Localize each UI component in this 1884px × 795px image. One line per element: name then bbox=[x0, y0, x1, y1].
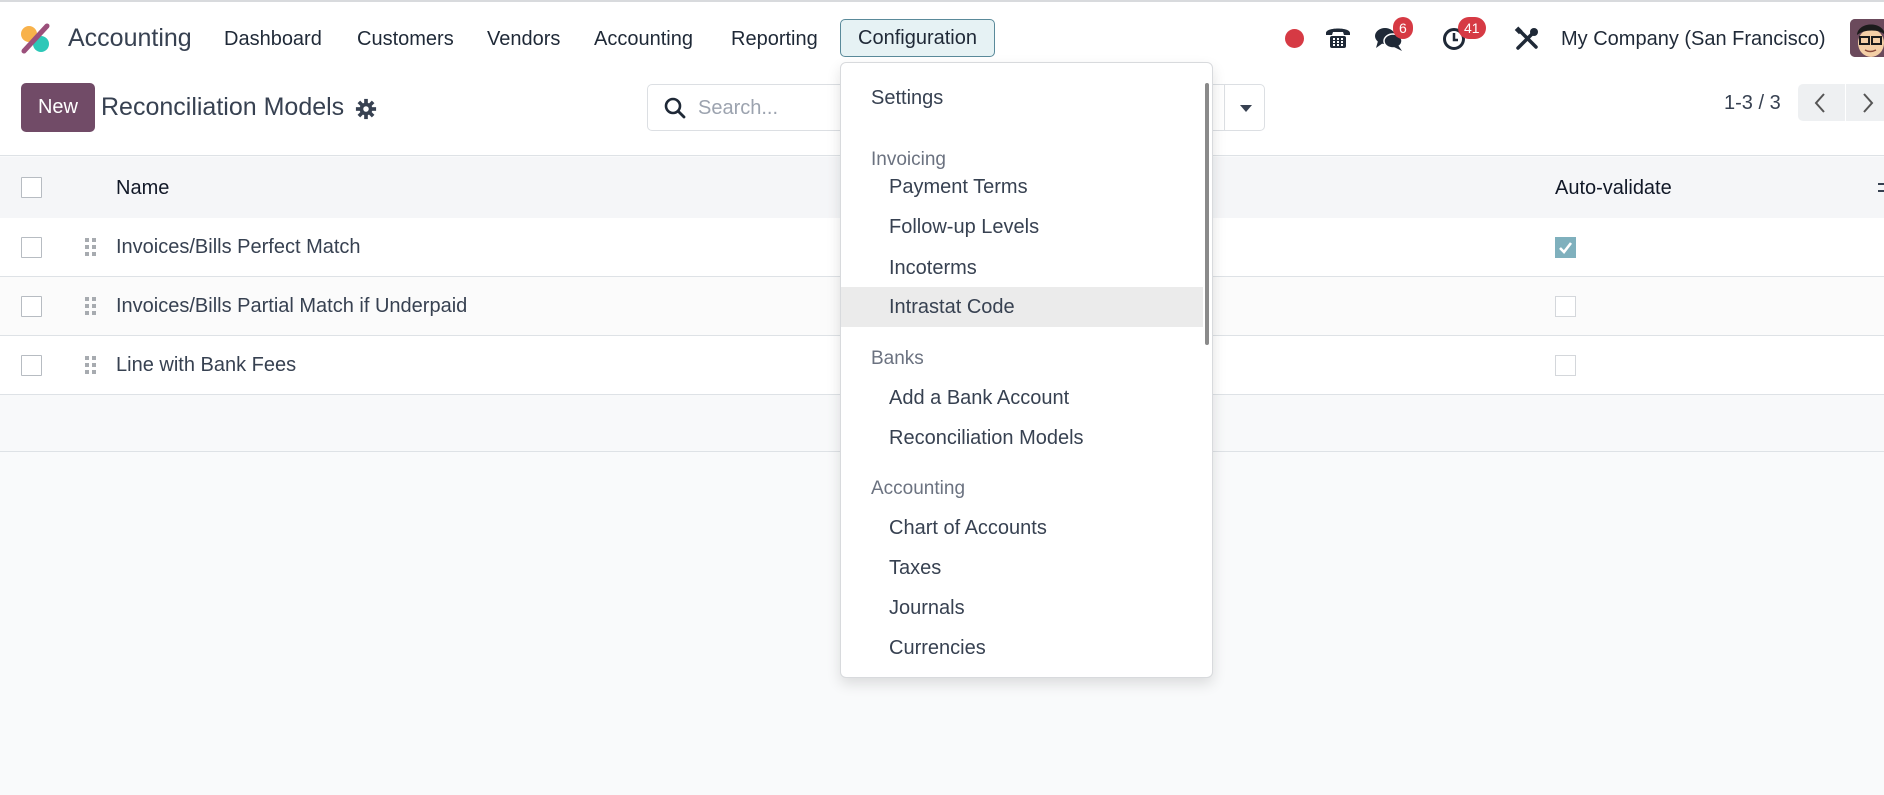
auto-validate-checkbox[interactable] bbox=[1555, 237, 1576, 258]
column-header-auto-validate[interactable]: Auto-validate bbox=[1555, 177, 1672, 200]
menu-item-add-bank-account[interactable]: Add a Bank Account bbox=[841, 378, 1203, 418]
app-brand[interactable]: Accounting bbox=[68, 24, 192, 53]
chevron-right-icon bbox=[1863, 93, 1874, 113]
menu-vendors[interactable]: Vendors bbox=[487, 28, 560, 51]
search-icon bbox=[664, 97, 686, 119]
menu-accounting[interactable]: Accounting bbox=[594, 28, 693, 51]
chevron-left-icon bbox=[1814, 93, 1825, 113]
tools-icon[interactable] bbox=[1514, 26, 1540, 52]
red-dot-icon[interactable] bbox=[1285, 29, 1304, 48]
pager-previous-button[interactable] bbox=[1798, 84, 1845, 121]
phone-icon[interactable] bbox=[1324, 24, 1352, 50]
row-name[interactable]: Invoices/Bills Partial Match if Underpai… bbox=[116, 295, 467, 318]
menu-item-currencies[interactable]: Currencies bbox=[841, 628, 1203, 668]
menu-item-intrastat-code[interactable]: Intrastat Code bbox=[841, 287, 1203, 327]
drag-handle-icon[interactable] bbox=[84, 355, 98, 376]
pager-value[interactable]: 1-3 / 3 bbox=[1724, 92, 1781, 115]
row-checkbox[interactable] bbox=[21, 296, 42, 317]
page-title: Reconciliation Models bbox=[101, 93, 345, 121]
user-avatar[interactable] bbox=[1850, 19, 1884, 57]
menu-item-taxes[interactable]: Taxes bbox=[841, 548, 1203, 588]
select-all-checkbox[interactable] bbox=[21, 177, 42, 198]
accounting-logo-icon[interactable] bbox=[19, 22, 53, 56]
menu-customers[interactable]: Customers bbox=[357, 28, 454, 51]
main-navbar: Accounting Dashboard Customers Vendors A… bbox=[0, 2, 1884, 68]
menu-reporting[interactable]: Reporting bbox=[731, 28, 818, 51]
drag-handle-icon[interactable] bbox=[84, 296, 98, 317]
optional-columns-icon[interactable] bbox=[1876, 179, 1884, 197]
menu-configuration[interactable]: Configuration bbox=[840, 19, 995, 57]
section-header-banks: Banks bbox=[871, 348, 924, 369]
menu-item-reconciliation-models[interactable]: Reconciliation Models bbox=[841, 418, 1203, 458]
row-name[interactable]: Invoices/Bills Perfect Match bbox=[116, 236, 361, 259]
menu-dashboard[interactable]: Dashboard bbox=[224, 28, 322, 51]
auto-validate-checkbox[interactable] bbox=[1555, 355, 1576, 376]
configuration-dropdown-menu: Settings Invoicing Payment Terms Follow-… bbox=[840, 62, 1213, 678]
menu-item-follow-up-levels[interactable]: Follow-up Levels bbox=[841, 207, 1203, 247]
messages-count-badge: 6 bbox=[1393, 17, 1413, 39]
pager-next-button[interactable] bbox=[1846, 84, 1884, 121]
row-name[interactable]: Line with Bank Fees bbox=[116, 354, 296, 377]
gear-icon[interactable] bbox=[355, 98, 377, 120]
dropdown-scrollbar[interactable] bbox=[1205, 83, 1209, 345]
section-header-accounting: Accounting bbox=[871, 478, 966, 499]
menu-item-payment-terms[interactable]: Payment Terms bbox=[841, 167, 1203, 207]
row-checkbox[interactable] bbox=[21, 237, 42, 258]
column-header-name[interactable]: Name bbox=[116, 177, 169, 200]
auto-validate-checkbox[interactable] bbox=[1555, 296, 1576, 317]
drag-handle-icon[interactable] bbox=[84, 237, 98, 258]
search-options-toggle[interactable] bbox=[1224, 85, 1265, 130]
menu-item-incoterms[interactable]: Incoterms bbox=[841, 248, 1203, 288]
activities-count-badge: 41 bbox=[1458, 17, 1486, 39]
menu-item-journals[interactable]: Journals bbox=[841, 588, 1203, 628]
menu-item-chart-of-accounts[interactable]: Chart of Accounts bbox=[841, 508, 1203, 548]
new-button[interactable]: New bbox=[21, 83, 95, 132]
row-checkbox[interactable] bbox=[21, 355, 42, 376]
menu-item-settings[interactable]: Settings bbox=[841, 78, 1203, 118]
checkmark-icon bbox=[1559, 242, 1573, 254]
company-switcher[interactable]: My Company (San Francisco) bbox=[1561, 28, 1826, 51]
